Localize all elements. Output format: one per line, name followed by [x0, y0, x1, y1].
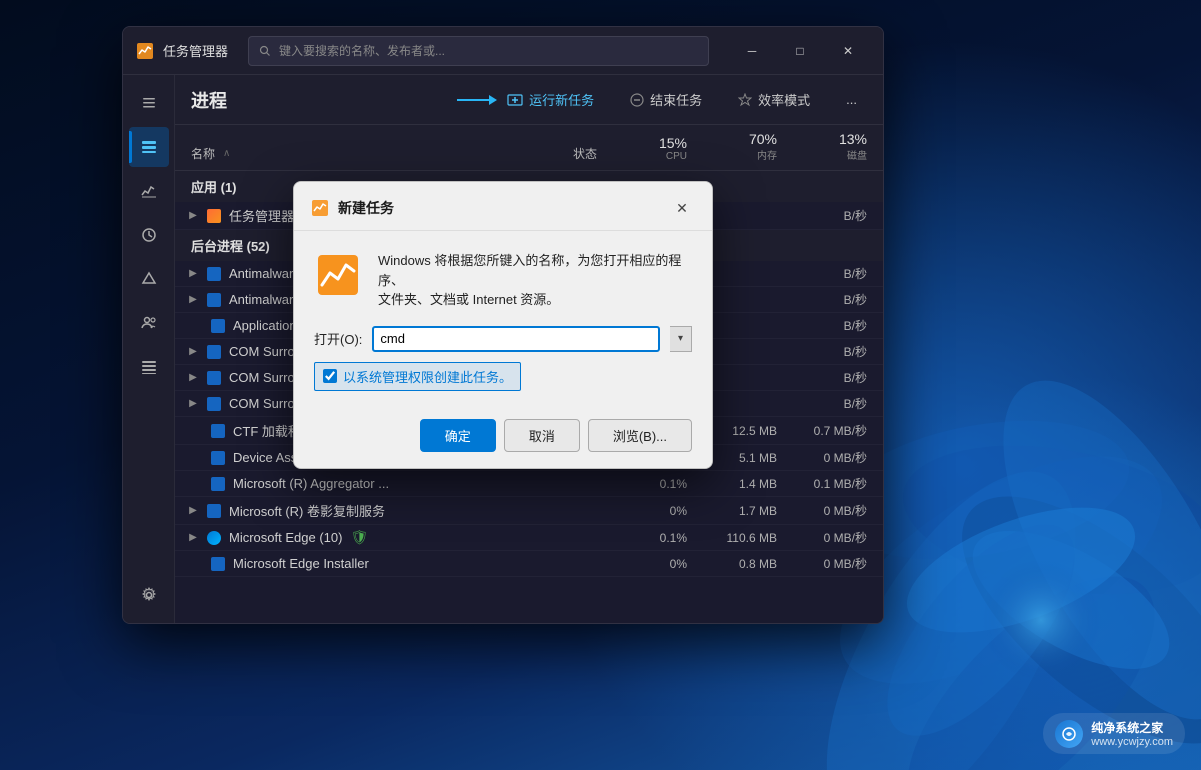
browse-button[interactable]: 浏览(B)... [588, 419, 692, 452]
dialog-overlay: 新建任务 ✕ Windows 将根据您所键入的名称，为您打开相应的程序、 文件夹… [123, 27, 883, 623]
open-label: 打开(O): [314, 329, 362, 348]
dialog-titlebar: 新建任务 ✕ [294, 182, 712, 231]
dialog-icon-small [310, 198, 330, 218]
confirm-button[interactable]: 确定 [420, 419, 496, 452]
dialog-app-icon [314, 251, 362, 299]
dialog-footer: 确定 取消 浏览(B)... [294, 407, 712, 468]
watermark-url: www.ycwjzy.com [1091, 736, 1173, 748]
dialog-form: 打开(O): ▾ 以系统管理权限创建此任务。 [294, 326, 712, 407]
dialog-description-text: Windows 将根据您所键入的名称，为您打开相应的程序、 文件夹、文档或 In… [378, 251, 692, 310]
dialog-title-left: 新建任务 [310, 198, 394, 218]
admin-checkbox-label: 以系统管理权限创建此任务。 [343, 367, 512, 386]
taskmanager-window: 任务管理器 键入要搜索的名称、发布者或... ─ □ ✕ [122, 26, 884, 624]
dialog-close-button[interactable]: ✕ [668, 194, 696, 222]
checkbox-row: 以系统管理权限创建此任务。 [314, 362, 521, 391]
open-input[interactable] [372, 326, 660, 352]
dialog-title-text: 新建任务 [338, 198, 394, 218]
watermark: 纯净系统之家 www.ycwjzy.com [1043, 713, 1185, 754]
dialog-input-row: 打开(O): ▾ [314, 326, 692, 352]
watermark-logo [1055, 720, 1083, 748]
dropdown-button[interactable]: ▾ [670, 326, 692, 352]
watermark-text-block: 纯净系统之家 www.ycwjzy.com [1091, 719, 1173, 748]
cancel-button[interactable]: 取消 [504, 419, 580, 452]
dialog-body: Windows 将根据您所键入的名称，为您打开相应的程序、 文件夹、文档或 In… [294, 231, 712, 326]
watermark-brand: 纯净系统之家 [1091, 719, 1173, 736]
new-task-dialog: 新建任务 ✕ Windows 将根据您所键入的名称，为您打开相应的程序、 文件夹… [293, 181, 713, 469]
admin-checkbox[interactable] [323, 369, 337, 383]
